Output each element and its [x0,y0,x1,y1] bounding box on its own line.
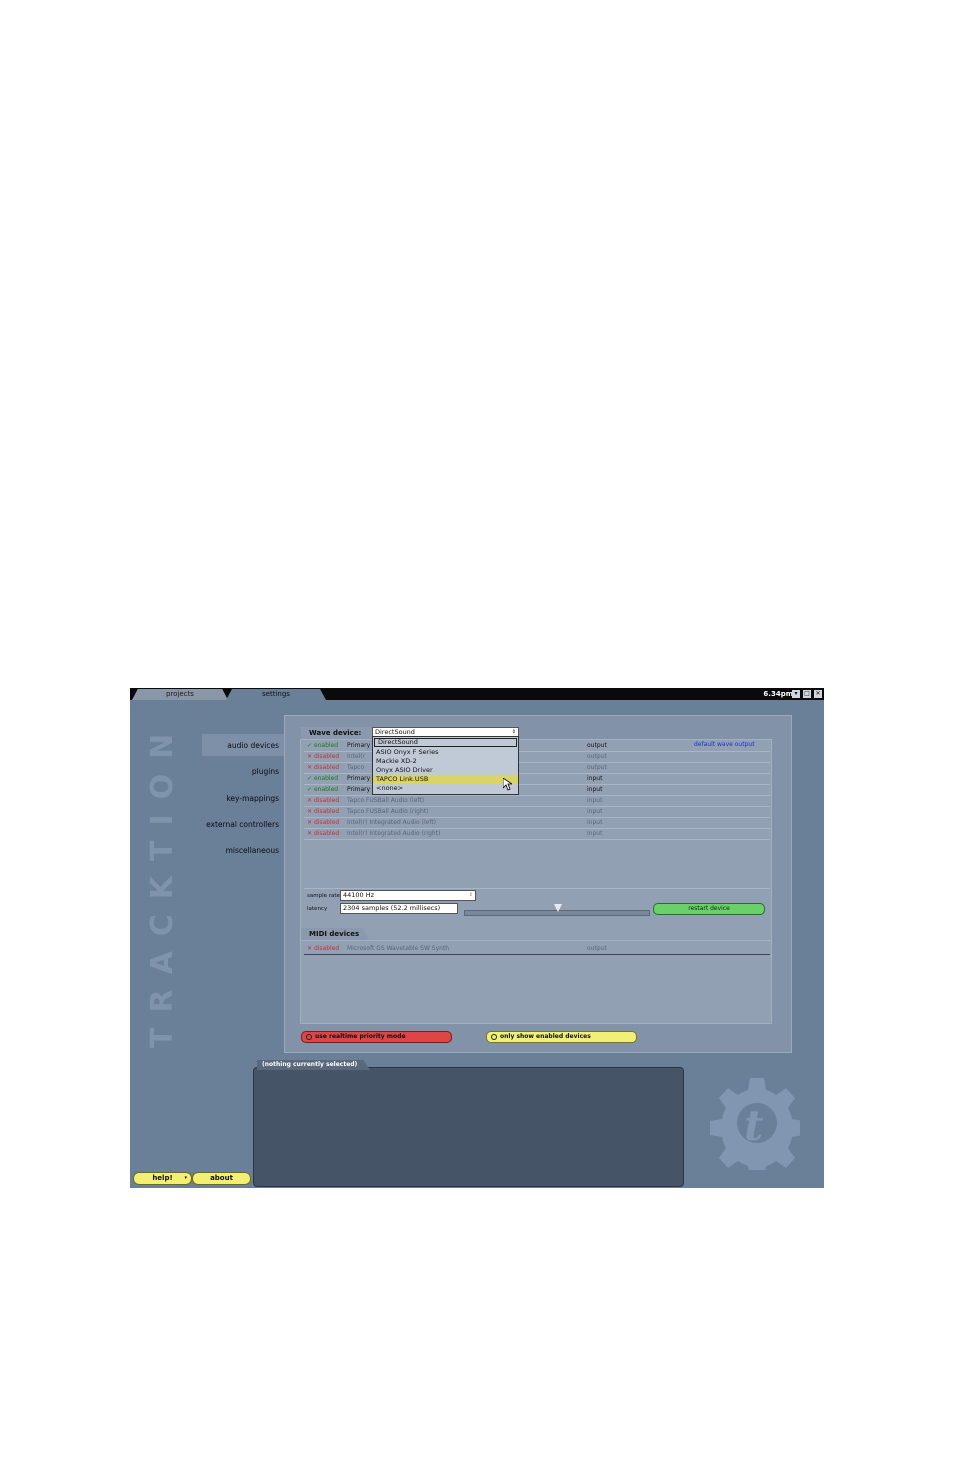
only-enabled-devices-label: only show enabled devices [500,1033,591,1040]
about-button[interactable]: about [192,1172,251,1185]
realtime-priority-toggle[interactable]: use realtime priority mode [301,1031,452,1043]
status-disabled[interactable]: ✕ disabled [307,762,339,773]
device-io: input [587,830,603,837]
device-io: output [587,753,607,760]
status-disabled[interactable]: ✕ disabled [307,817,339,828]
app-window: projects settings 6.34pm ▾ □ ✕ TRACKTION… [130,688,824,1188]
sample-rate-select[interactable]: 44100 Hz ⇕ [340,890,476,901]
mouse-cursor-icon [503,778,512,791]
status-disabled[interactable]: ✕ disabled [307,943,339,954]
info-panel-tab: (nothing currently selected) [257,1060,370,1070]
tracktion-gear-logo-icon: t [710,1078,800,1170]
device-io: input [587,819,603,826]
device-io: input [587,775,603,782]
dropdown-option[interactable]: DirectSound [374,738,517,747]
device-io: output [587,945,607,952]
sidebar-item-audio-devices[interactable]: audio devices [227,741,279,750]
status-disabled[interactable]: ✕ disabled [307,828,339,839]
device-name: Primary [347,786,371,793]
only-enabled-devices-toggle[interactable]: only show enabled devices [486,1031,637,1043]
dropdown-option[interactable]: Onyx ASIO Driver [373,766,518,775]
wave-driver-value: DirectSound [375,728,415,736]
device-name: Tapco FUSBall Audio (right) [347,808,429,815]
device-name: Microsoft GS Wavetable SW Synth [347,945,450,952]
tab-settings[interactable]: settings [226,689,326,700]
status-disabled[interactable]: ✕ disabled [307,795,339,806]
sidebar-item-plugins[interactable]: plugins [252,767,279,776]
device-name: Primary [347,742,371,749]
dropdown-option[interactable]: Mackie XD-2 [373,757,518,766]
close-icon[interactable]: ✕ [814,690,822,698]
device-name: Intel(r [347,753,366,760]
help-label: help! [152,1174,173,1182]
device-name: Intel(r) Integrated Audio (right) [347,830,441,837]
latency-slider-thumb[interactable] [554,904,562,912]
title-bar: projects settings 6.34pm ▾ □ ✕ [130,688,824,700]
brand-logo-text: TRACKTION [145,718,180,1048]
device-name: Intel(r) Integrated Audio (left) [347,819,437,826]
device-io: input [587,797,603,804]
sidebar-item-external-controllers[interactable]: external controllers [206,820,279,829]
svg-text:t: t [744,1101,763,1150]
status-enabled[interactable]: ✓ enabled [307,740,338,751]
tab-projects[interactable]: projects [132,689,228,700]
maximize-icon[interactable]: □ [803,690,811,698]
status-enabled[interactable]: ✓ enabled [307,784,338,795]
dropdown-option-highlighted[interactable]: TAPCO Link.USB [373,775,518,784]
latency-field[interactable]: 2304 samples (52.2 millisecs) [340,903,458,914]
minimize-icon[interactable]: ▾ [792,690,800,698]
device-io: input [587,808,603,815]
device-io: input [587,786,603,793]
clock: 6.34pm [763,690,793,698]
realtime-priority-label: use realtime priority mode [315,1033,406,1040]
updown-icon: ⇕ [468,892,473,898]
status-disabled[interactable]: ✕ disabled [307,751,339,762]
device-name: Tapco [347,764,365,771]
updown-icon: ⇕ [511,729,516,735]
sidebar-item-miscellaneous[interactable]: miscellaneous [226,846,279,855]
chevron-down-icon: ▾ [184,1175,187,1181]
dropdown-option[interactable]: <none> [373,784,518,793]
toggle-dot-icon [306,1034,312,1040]
sample-rate-label: sample rate [307,893,340,899]
table-row[interactable]: ✕ disabled Intel(r) Integrated Audio (ri… [304,828,770,840]
status-enabled[interactable]: ✓ enabled [307,773,338,784]
sidebar-item-key-mappings[interactable]: key-mappings [226,794,279,803]
latency-label: latency [307,906,328,912]
sample-rate-value: 44100 Hz [343,891,375,899]
device-name: Primary [347,775,371,782]
restart-device-button[interactable]: restart device [653,903,765,915]
toggle-dot-icon [491,1034,497,1040]
device-io: output [587,742,607,749]
info-panel [253,1067,684,1187]
wave-device-tab: Wave device: [301,727,379,739]
wave-driver-dropdown: DirectSound ASIO Onyx F Series Mackie XD… [372,736,519,795]
device-name: Tapco FUSBall Audio (left) [347,797,425,804]
dropdown-option[interactable]: ASIO Onyx F Series [373,748,518,757]
help-button[interactable]: help! ▾ [133,1172,192,1185]
midi-devices-tab: MIDI devices [301,928,369,940]
table-row[interactable]: ✕ disabled Microsoft GS Wavetable SW Syn… [304,943,770,955]
device-io: output [587,764,607,771]
status-disabled[interactable]: ✕ disabled [307,806,339,817]
